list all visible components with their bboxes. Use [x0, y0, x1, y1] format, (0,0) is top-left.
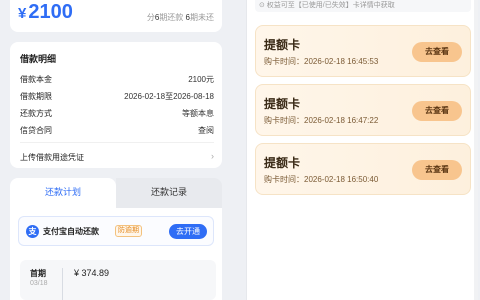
detail-title: 借款明细: [20, 54, 57, 64]
repayment-tabs: 还款计划 还款记录: [10, 178, 222, 208]
installment-summary: 分6期还款 6期未还: [146, 13, 214, 22]
card-purchase-time: 购卡时间：2026-02-18 16:45:53: [264, 57, 379, 66]
card-title: 提额卡: [264, 38, 301, 52]
card-purchase-time: 购卡时间：2026-02-18 16:50:40: [264, 175, 379, 184]
detail-row-term: 借款期限 2026-02-18至2026-08-18: [20, 92, 214, 101]
limit-card: 提额卡 购卡时间：2026-02-18 16:47:22 去查看: [255, 84, 471, 136]
loan-amount: ¥2100: [18, 1, 73, 23]
enable-autopay-button[interactable]: 去开通: [169, 224, 207, 239]
card-title: 提额卡: [264, 156, 301, 170]
installment-date: 03/18: [30, 280, 48, 287]
tab-repayment-records[interactable]: 还款记录: [116, 178, 222, 208]
installment-amount: ¥ 374.89: [74, 268, 110, 278]
scrollbar-track[interactable]: [474, 0, 478, 300]
repayment-plan-content: 支 支付宝自动还款 防逾期 去开通 首期 03/18 ¥ 374.89: [10, 208, 222, 300]
card-title: 提额卡: [264, 97, 301, 111]
timeline-line: [62, 268, 63, 300]
tab-repayment-plan[interactable]: 还款计划: [10, 178, 116, 208]
chevron-right-icon: ›: [211, 151, 214, 161]
contract-view-link[interactable]: 查阅: [198, 125, 214, 136]
alipay-icon: 支: [26, 225, 39, 238]
limit-card: 提额卡 购卡时间：2026-02-18 16:50:40 去查看: [255, 143, 471, 195]
view-card-button[interactable]: 去查看: [412, 101, 462, 121]
detail-row-method: 还款方式 等额本息: [20, 109, 214, 118]
overdue-protection-badge: 防逾期: [115, 225, 142, 237]
detail-row-principal: 借款本金 2100元: [20, 75, 214, 84]
upload-proof-link[interactable]: 上传借款用途凭证 ›: [20, 151, 214, 163]
limit-card: 提额卡 购卡时间：2026-02-18 16:45:53 去查看: [255, 25, 471, 77]
card-purchase-time: 购卡时间：2026-02-18 16:47:22: [264, 116, 379, 125]
loan-amount-card: ¥2100 分6期还款 6期未还: [10, 0, 222, 32]
installment-name: 首期: [30, 269, 46, 278]
detail-row-contract[interactable]: 信贷合同 查阅: [20, 125, 214, 137]
view-card-button[interactable]: 去查看: [412, 160, 462, 180]
alipay-autopay-banner: 支 支付宝自动还款 防逾期 去开通: [18, 216, 214, 246]
autopay-label: 支付宝自动还款: [43, 227, 99, 236]
installment-item: 首期 03/18 ¥ 374.89: [20, 260, 216, 300]
divider: [20, 142, 214, 143]
loan-detail-card: 借款明细 借款本金 2100元 借款期限 2026-02-18至2026-08-18…: [10, 42, 222, 168]
benefit-notice: ⊙ 权益可至【已使用/已失效】卡详情中获取: [255, 0, 471, 12]
limit-cards-panel: ⊙ 权益可至【已使用/已失效】卡详情中获取 提额卡 购卡时间：2026-02-1…: [246, 0, 478, 300]
view-card-button[interactable]: 去查看: [412, 42, 462, 62]
loan-detail-panel: ¥2100 分6期还款 6期未还 借款明细 借款本金 2100元 借款期限 2026…: [0, 0, 228, 300]
